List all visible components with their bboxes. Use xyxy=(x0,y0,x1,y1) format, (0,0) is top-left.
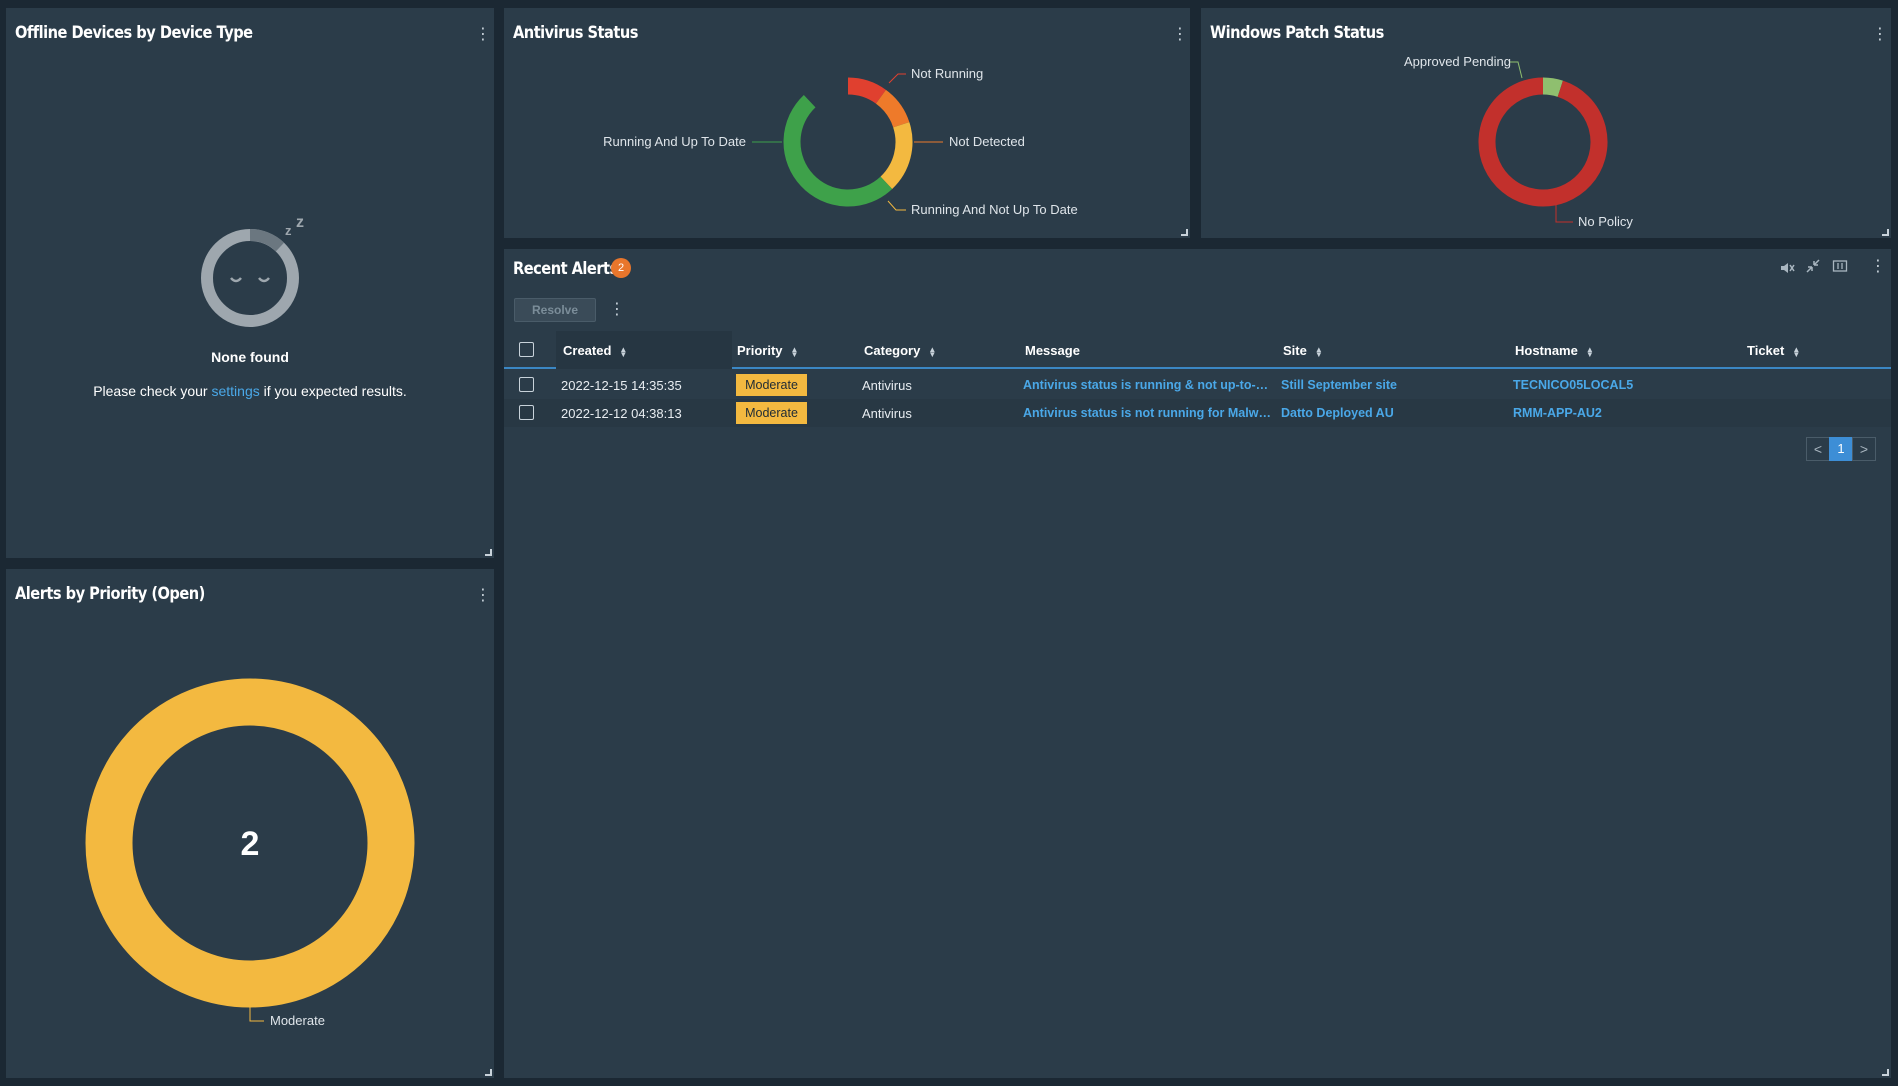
sort-icon: ▲ ▼ xyxy=(1314,344,1323,359)
row-checkbox[interactable] xyxy=(519,377,534,392)
sort-icon: ▲ ▼ xyxy=(619,344,628,359)
slice-label: Running And Up To Date xyxy=(603,134,746,149)
priority-donut-chart: 2 Moderate xyxy=(85,678,415,1028)
sort-icon: ▲ ▼ xyxy=(790,344,799,359)
table-header: Created ▲ ▼ Priority ▲ ▼ Category ▲ ▼ Message … xyxy=(504,331,1891,369)
column-header-message[interactable]: Message xyxy=(1025,343,1080,358)
created-cell: 2022-12-15 14:35:35 xyxy=(561,378,682,393)
category-cell: Antivirus xyxy=(862,378,912,393)
columns-icon[interactable] xyxy=(1832,258,1848,274)
slice-not-running[interactable] xyxy=(847,77,886,104)
slice-running-and-not-up-to-date[interactable] xyxy=(880,122,913,190)
donut-center-value: 2 xyxy=(241,825,260,863)
column-header-hostname[interactable]: Hostname ▲ ▼ xyxy=(1515,343,1594,358)
resize-handle[interactable] xyxy=(485,1069,492,1076)
slice-approved-pending[interactable] xyxy=(1542,77,1563,97)
message-link[interactable]: Antivirus status is not running for Malw… xyxy=(1023,406,1273,420)
column-header-ticket[interactable]: Ticket ▲ ▼ xyxy=(1747,343,1800,358)
slice-label: Running And Not Up To Date xyxy=(911,202,1078,217)
site-link[interactable]: Datto Deployed AU xyxy=(1281,406,1501,420)
slice-label: Not Running xyxy=(911,66,983,81)
column-header-site[interactable]: Site ▲ ▼ xyxy=(1283,343,1323,358)
hostname-link[interactable]: TECNICO05LOCAL5 xyxy=(1513,378,1733,392)
category-cell: Antivirus xyxy=(862,406,912,421)
resize-handle[interactable] xyxy=(1882,229,1889,236)
created-cell: 2022-12-12 04:38:13 xyxy=(561,406,682,421)
slice-running-and-up-to-date[interactable] xyxy=(783,94,893,207)
svg-text:z: z xyxy=(285,223,292,238)
empty-state-message: Please check your settings if you expect… xyxy=(93,383,407,399)
patch-donut-chart: Approved Pending No Policy xyxy=(1404,54,1633,229)
mute-icon[interactable] xyxy=(1779,260,1795,276)
priority-badge: Moderate xyxy=(736,402,807,424)
slice-label: Moderate xyxy=(270,1013,325,1028)
kebab-menu-icon[interactable] xyxy=(475,26,481,44)
antivirus-status-panel: Antivirus Status Not Running Not Detecte… xyxy=(504,8,1190,238)
panel-title: Recent Alerts xyxy=(513,259,618,279)
sort-icon: ▲ ▼ xyxy=(1792,344,1801,359)
kebab-menu-icon[interactable] xyxy=(1870,258,1876,276)
table-row[interactable]: 2022-12-12 04:38:13 Moderate Antivirus A… xyxy=(504,399,1891,427)
alerts-by-priority-panel: Alerts by Priority (Open) 2 Moderate xyxy=(6,569,494,1078)
resize-handle[interactable] xyxy=(1181,229,1188,236)
column-header-created[interactable]: Created ▲ ▼ xyxy=(563,343,627,358)
hostname-link[interactable]: RMM-APP-AU2 xyxy=(1513,406,1733,420)
table-row[interactable]: 2022-12-15 14:35:35 Moderate Antivirus A… xyxy=(504,371,1891,399)
column-header-priority[interactable]: Priority ▲ ▼ xyxy=(737,343,798,358)
empty-state-title: None found xyxy=(211,349,289,365)
row-checkbox[interactable] xyxy=(519,405,534,420)
site-link[interactable]: Still September site xyxy=(1281,378,1501,392)
select-all-checkbox[interactable] xyxy=(519,342,534,357)
recent-alerts-panel: Recent Alerts 2 Resolve Created▲▼ Priori… xyxy=(504,249,1891,1078)
windows-patch-status-panel: Windows Patch Status Approved Pending No… xyxy=(1201,8,1891,238)
alert-count-badge: 2 xyxy=(611,258,631,278)
prev-page-button[interactable]: < xyxy=(1806,437,1830,461)
resolve-button[interactable]: Resolve xyxy=(514,298,596,322)
slice-label: No Policy xyxy=(1578,214,1633,229)
slice-label: Approved Pending xyxy=(1404,54,1511,69)
slice-not-detected[interactable] xyxy=(875,89,910,128)
settings-link[interactable]: settings xyxy=(211,383,259,399)
bulk-actions-menu-icon[interactable] xyxy=(609,301,615,319)
next-page-button[interactable]: > xyxy=(1852,437,1876,461)
sort-icon: ▲ ▼ xyxy=(928,344,937,359)
column-header-category[interactable]: Category ▲ ▼ xyxy=(864,343,936,358)
resize-handle[interactable] xyxy=(1882,1069,1889,1076)
svg-text:z: z xyxy=(296,214,304,231)
resize-handle[interactable] xyxy=(485,549,492,556)
message-link[interactable]: Antivirus status is running & not up-to-… xyxy=(1023,378,1273,392)
offline-devices-panel: Offline Devices by Device Type z z None … xyxy=(6,8,494,558)
panel-title: Offline Devices by Device Type xyxy=(15,23,253,43)
sort-icon: ▲ ▼ xyxy=(1585,344,1594,359)
slice-label: Not Detected xyxy=(949,134,1025,149)
page-1-button[interactable]: 1 xyxy=(1829,437,1853,461)
sleeping-face-icon: z z xyxy=(201,214,304,327)
priority-badge: Moderate xyxy=(736,374,807,396)
slice-no-policy[interactable] xyxy=(1478,77,1608,207)
antivirus-donut-chart: Not Running Not Detected Running And Not… xyxy=(603,66,1078,217)
collapse-icon[interactable] xyxy=(1805,258,1821,274)
